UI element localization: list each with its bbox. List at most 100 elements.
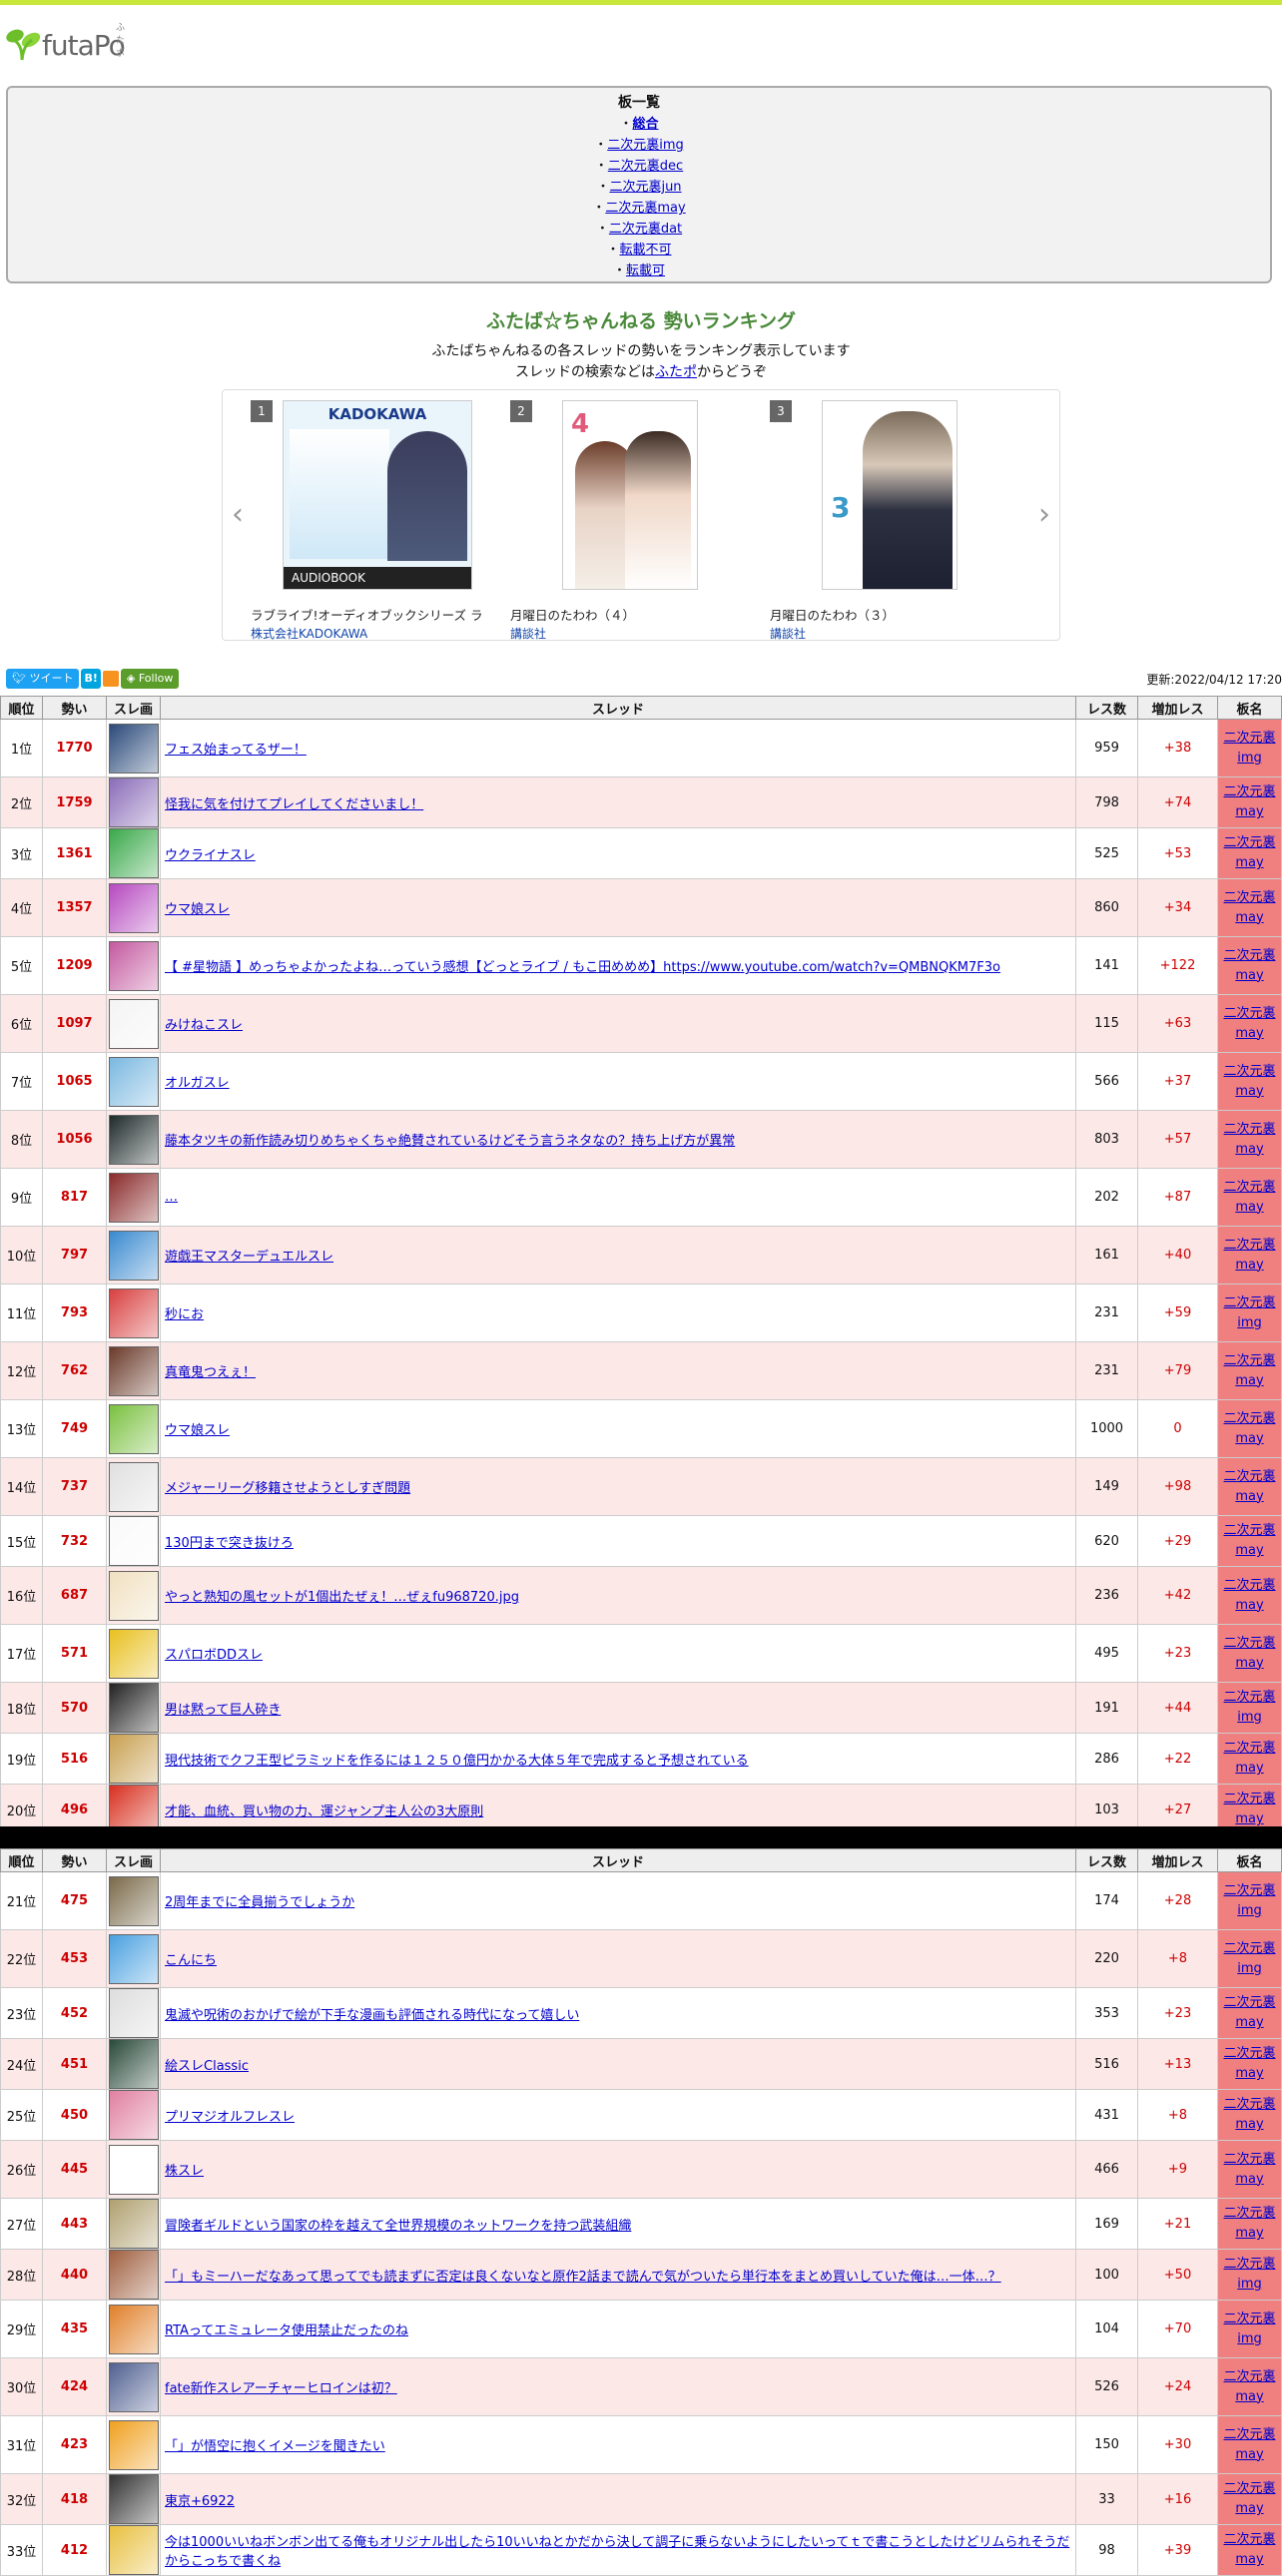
board-link-no-repost[interactable]: 転載不可 — [620, 243, 672, 258]
thread-thumbnail[interactable] — [108, 1933, 159, 1984]
thread-link[interactable]: 2周年までに全員揃うでしょうか — [165, 1895, 354, 1910]
rss-icon[interactable] — [102, 671, 119, 687]
board-link[interactable]: 二次元裏 may — [1223, 1792, 1275, 1826]
thread-thumbnail[interactable] — [108, 1461, 159, 1512]
thread-link[interactable]: プリマジオルフレスレ — [165, 2110, 295, 2125]
thread-thumbnail[interactable] — [108, 2039, 159, 2089]
thread-link[interactable]: ウクライナスレ — [165, 848, 256, 863]
thread-link[interactable]: 現代技術でクフ王型ピラミッドを作るには１２５０億円かかる大体５年で完成すると予想… — [165, 1754, 749, 1769]
feedly-follow-button[interactable]: ◈ Follow — [120, 669, 180, 689]
thread-link[interactable]: 「」が悟空に抱くイメージを聞きたい — [165, 2439, 385, 2454]
board-link[interactable]: 二次元裏 img — [1223, 2257, 1275, 2292]
board-link[interactable]: 二次元裏 may — [1223, 1411, 1275, 1446]
thread-thumbnail[interactable] — [108, 1056, 159, 1107]
board-link[interactable]: 二次元裏 img — [1223, 2312, 1275, 2346]
thread-thumbnail[interactable] — [108, 1875, 159, 1926]
board-link[interactable]: 二次元裏 may — [1223, 1064, 1275, 1099]
thread-link[interactable]: 才能、血統、買い物の力、運ジャンプ主人公の3大原則 — [165, 1804, 483, 1819]
board-link[interactable]: 二次元裏 may — [1223, 1469, 1275, 1504]
thread-thumbnail[interactable] — [108, 2419, 159, 2470]
board-link-may[interactable]: 二次元裏may — [605, 201, 685, 216]
thread-link[interactable]: 真竜鬼つえぇ！ — [165, 1365, 256, 1380]
board-link[interactable]: 二次元裏 img — [1223, 1690, 1275, 1725]
board-link[interactable]: 二次元裏 may — [1223, 1741, 1275, 1776]
thread-link[interactable]: 藤本タツキの新作読み切りめちゃくちゃ絶賛されているけどそう言うネタなの？持ち上げ… — [165, 1134, 735, 1149]
thread-link[interactable]: ウマ娘スレ — [165, 902, 230, 917]
thread-link[interactable]: 「」もミーハーだなあって思ってでも読まずに否定は良くないなと原作2話まで読んで気… — [165, 2270, 1001, 2285]
thread-link[interactable]: 絵スレClassic — [165, 2059, 249, 2074]
thread-link[interactable]: 130円まで突き抜けろ — [165, 1536, 294, 1551]
thread-link[interactable]: みけねこスレ — [165, 1018, 243, 1033]
thread-thumbnail[interactable] — [108, 1683, 159, 1733]
board-link[interactable]: 二次元裏 may — [1223, 890, 1275, 925]
thread-thumbnail[interactable] — [108, 723, 159, 773]
board-link[interactable]: 二次元裏 may — [1223, 1995, 1275, 2030]
thread-thumbnail[interactable] — [108, 2525, 159, 2575]
board-link[interactable]: 二次元裏 may — [1223, 1122, 1275, 1157]
thread-link[interactable]: 遊戯王マスターデュエルスレ — [165, 1250, 333, 1265]
board-link[interactable]: 二次元裏 img — [1223, 731, 1275, 766]
thread-thumbnail[interactable] — [108, 2474, 159, 2524]
thread-thumbnail[interactable] — [108, 998, 159, 1049]
thread-thumbnail[interactable] — [108, 1570, 159, 1621]
thread-link[interactable]: やっと熟知の風セットが1個出たぜぇ！…ぜぇfu968720.jpg — [165, 1590, 519, 1605]
thread-thumbnail[interactable] — [108, 940, 159, 991]
product-title[interactable]: ラブライブ!オーディオブックシリーズ ラ — [251, 605, 490, 624]
thread-link[interactable]: メジャーリーグ移籍させようとしすぎ問題 — [165, 1481, 410, 1496]
thread-link[interactable]: 株スレ — [165, 2164, 204, 2179]
carousel-item[interactable]: 2 4 月曜日のたわわ（４） 講談社 — [510, 400, 760, 641]
thread-link[interactable]: 【 #星物語 】めっちゃよかったよね…っていう感想【どっとライブ / もこ田めめ… — [165, 960, 1000, 975]
thread-link[interactable]: 東京+6922 — [165, 2494, 235, 2509]
carousel-next-icon[interactable]: › — [1033, 500, 1055, 530]
book-cover-image[interactable]: 3 — [822, 400, 958, 590]
thread-link[interactable]: 秒にお — [165, 1307, 204, 1322]
thread-thumbnail[interactable] — [108, 2144, 159, 2195]
thread-link[interactable]: ウマ娘スレ — [165, 1423, 230, 1438]
thread-thumbnail[interactable] — [108, 1345, 159, 1396]
thread-link[interactable]: 今は1000いいねボンボン出てる俺もオリジナル出したら10いいねとかだから決して… — [165, 2535, 1069, 2569]
book-cover-image[interactable]: KADOKAWA AUDIOBOOK — [283, 400, 472, 590]
board-link[interactable]: 二次元裏 may — [1223, 1238, 1275, 1273]
thread-thumbnail[interactable] — [108, 1988, 159, 2038]
thread-link[interactable]: … — [165, 1190, 178, 1205]
board-link[interactable]: 二次元裏 may — [1223, 1523, 1275, 1558]
board-link[interactable]: 二次元裏 may — [1223, 2097, 1275, 2132]
thread-link[interactable]: 鬼滅や呪術のおかげで絵が下手な漫画も評価される時代になって嬉しい — [165, 2008, 579, 2023]
thread-link[interactable]: スパロボDDスレ — [165, 1648, 263, 1663]
thread-link[interactable]: フェス始まってるザー！ — [165, 743, 307, 758]
board-link[interactable]: 二次元裏 img — [1223, 1941, 1275, 1976]
hatena-bookmark-button[interactable]: B! — [81, 669, 101, 689]
board-link[interactable]: 二次元裏 may — [1223, 2481, 1275, 2516]
book-cover-image[interactable]: 4 — [562, 400, 698, 590]
thread-thumbnail[interactable] — [108, 2090, 159, 2140]
board-link[interactable]: 二次元裏 may — [1223, 2369, 1275, 2404]
thread-thumbnail[interactable] — [108, 1230, 159, 1281]
carousel-item[interactable]: 3 3 月曜日のたわわ（３） 講談社 — [770, 400, 1019, 641]
thread-link[interactable]: 男は黙って巨人砕き — [165, 1703, 281, 1718]
thread-thumbnail[interactable] — [108, 2199, 159, 2249]
thread-link[interactable]: 冒険者ギルドという国家の枠を越えて全世界規模のネットワークを持つ武装組織 — [165, 2219, 631, 2234]
thread-thumbnail[interactable] — [108, 1114, 159, 1165]
board-link[interactable]: 二次元裏 may — [1223, 2532, 1275, 2567]
product-title[interactable]: 月曜日のたわわ（３） — [770, 605, 1009, 624]
board-link[interactable]: 二次元裏 may — [1223, 2046, 1275, 2081]
board-link[interactable]: 二次元裏 img — [1223, 1295, 1275, 1330]
board-link-dat[interactable]: 二次元裏dat — [609, 222, 682, 237]
thread-thumbnail[interactable] — [108, 777, 159, 827]
thread-thumbnail[interactable] — [108, 828, 159, 878]
board-link[interactable]: 二次元裏 may — [1223, 2152, 1275, 2187]
thread-thumbnail[interactable] — [108, 2250, 159, 2300]
thread-thumbnail[interactable] — [108, 1288, 159, 1338]
board-link-sougou[interactable]: 総合 — [633, 117, 659, 132]
board-link[interactable]: 二次元裏 may — [1223, 1353, 1275, 1388]
thread-thumbnail[interactable] — [108, 1172, 159, 1223]
tweet-button[interactable]: 🐦︎ ツイート — [6, 669, 80, 689]
board-link[interactable]: 二次元裏 may — [1223, 1180, 1275, 1215]
thread-link[interactable]: RTAってエミュレータ使用禁止だったのね — [165, 2323, 408, 2338]
board-link-dec[interactable]: 二次元裏dec — [608, 159, 683, 174]
board-link-jun[interactable]: 二次元裏jun — [609, 180, 681, 195]
thread-thumbnail[interactable] — [108, 1628, 159, 1679]
board-link[interactable]: 二次元裏 may — [1223, 1006, 1275, 1041]
thread-link[interactable]: オルガスレ — [165, 1076, 230, 1091]
thread-link[interactable]: fate新作スレアーチャーヒロインは初？ — [165, 2381, 397, 2396]
